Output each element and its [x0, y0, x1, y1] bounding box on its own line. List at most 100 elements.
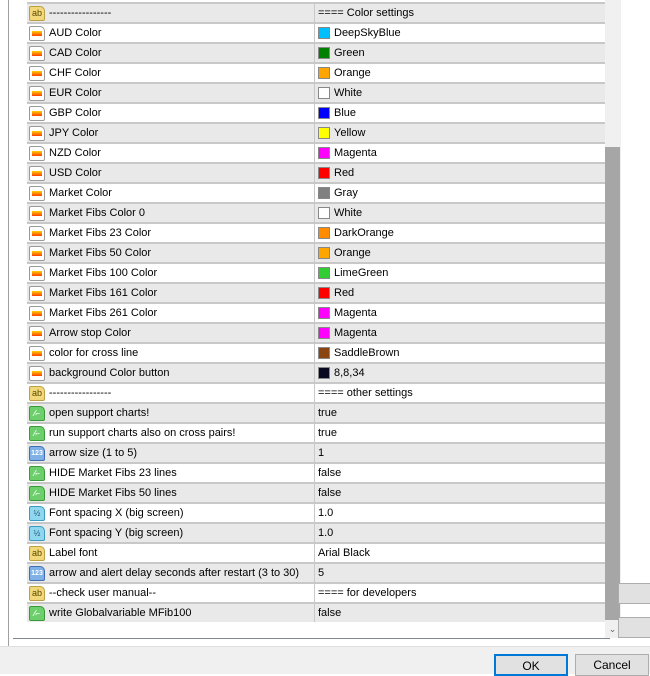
value-cell[interactable]: Orange — [315, 64, 605, 82]
value-cell[interactable]: ==== for developers — [315, 584, 605, 602]
variable-value[interactable]: Orange — [334, 247, 371, 259]
variable-value[interactable]: ==== Color settings — [318, 7, 414, 19]
variable-value[interactable]: 1.0 — [318, 507, 333, 519]
variable-value[interactable]: ==== other settings — [318, 387, 413, 399]
input-row[interactable]: ab ----------------- ==== other settings — [27, 382, 605, 402]
variable-value[interactable]: White — [334, 207, 362, 219]
input-row[interactable]: JPY Color Yellow — [27, 122, 605, 142]
input-row[interactable]: NZD Color Magenta — [27, 142, 605, 162]
variable-value[interactable]: DeepSkyBlue — [334, 27, 401, 39]
variable-value[interactable]: ==== for developers — [318, 587, 416, 599]
variable-value[interactable]: Gray — [334, 187, 358, 199]
input-row[interactable]: background Color button 8,8,34 — [27, 362, 605, 382]
value-cell[interactable]: White — [315, 204, 605, 222]
load-button[interactable] — [618, 583, 650, 604]
variable-value[interactable]: true — [318, 427, 337, 439]
input-row[interactable]: GBP Color Blue — [27, 102, 605, 122]
variable-value[interactable]: Red — [334, 167, 354, 179]
value-cell[interactable]: LimeGreen — [315, 264, 605, 282]
variable-value[interactable]: 1 — [318, 447, 324, 459]
input-row[interactable]: Arrow stop Color Magenta — [27, 322, 605, 342]
value-cell[interactable]: SaddleBrown — [315, 344, 605, 362]
value-cell[interactable]: DarkOrange — [315, 224, 605, 242]
input-row[interactable]: ⁄⌐ write Globalvariable MFib100 false — [27, 602, 605, 622]
input-row[interactable]: 123 arrow and alert delay seconds after r… — [27, 562, 605, 582]
variable-value[interactable]: Orange — [334, 67, 371, 79]
variable-value[interactable]: DarkOrange — [334, 227, 394, 239]
input-row[interactable]: ½ Font spacing X (big screen) 1.0 — [27, 502, 605, 522]
input-row[interactable]: 123 arrow size (1 to 5) 1 — [27, 442, 605, 462]
input-row[interactable]: ab --check user manual-- ==== for develope… — [27, 582, 605, 602]
variable-value[interactable]: false — [318, 607, 341, 619]
value-cell[interactable]: Red — [315, 164, 605, 182]
save-button[interactable] — [618, 617, 650, 638]
input-row[interactable]: ab Label font Arial Black — [27, 542, 605, 562]
variable-value[interactable]: LimeGreen — [334, 267, 388, 279]
variable-value[interactable]: true — [318, 407, 337, 419]
input-row[interactable]: EUR Color White — [27, 82, 605, 102]
variable-value[interactable]: Green — [334, 47, 365, 59]
value-cell[interactable]: Red — [315, 284, 605, 302]
input-row[interactable]: ab ----------------- ==== Color settings — [27, 2, 605, 22]
value-cell[interactable]: 5 — [315, 564, 605, 582]
variable-value[interactable]: false — [318, 467, 341, 479]
value-cell[interactable]: ==== other settings — [315, 384, 605, 402]
variable-value[interactable]: 8,8,34 — [334, 367, 365, 379]
value-cell[interactable]: Magenta — [315, 304, 605, 322]
input-row[interactable]: Market Fibs 261 Color Magenta — [27, 302, 605, 322]
input-row[interactable]: Market Color Gray — [27, 182, 605, 202]
value-cell[interactable]: White — [315, 84, 605, 102]
input-row[interactable]: CHF Color Orange — [27, 62, 605, 82]
value-cell[interactable]: 1.0 — [315, 524, 605, 542]
value-cell[interactable]: false — [315, 604, 605, 622]
input-row[interactable]: ½ Font spacing Y (big screen) 1.0 — [27, 522, 605, 542]
variable-value[interactable]: SaddleBrown — [334, 347, 399, 359]
variable-value[interactable]: Magenta — [334, 327, 377, 339]
input-row[interactable]: ⁄⌐ run support charts also on cross pairs… — [27, 422, 605, 442]
value-cell[interactable]: Magenta — [315, 144, 605, 162]
input-row[interactable]: USD Color Red — [27, 162, 605, 182]
value-cell[interactable]: 1.0 — [315, 504, 605, 522]
value-cell[interactable]: Yellow — [315, 124, 605, 142]
value-cell[interactable]: true — [315, 424, 605, 442]
value-cell[interactable]: false — [315, 464, 605, 482]
variable-value[interactable]: 1.0 — [318, 527, 333, 539]
variable-value[interactable]: Blue — [334, 107, 356, 119]
input-row[interactable]: color for cross line SaddleBrown — [27, 342, 605, 362]
value-cell[interactable]: Arial Black — [315, 544, 605, 562]
value-cell[interactable]: 1 — [315, 444, 605, 462]
value-cell[interactable]: ==== Color settings — [315, 4, 605, 22]
vertical-scrollbar[interactable]: ⌄ — [605, 0, 621, 638]
variable-value[interactable]: Arial Black — [318, 547, 370, 559]
value-cell[interactable]: Magenta — [315, 324, 605, 342]
variable-value[interactable]: White — [334, 87, 362, 99]
value-cell[interactable]: false — [315, 484, 605, 502]
variable-value[interactable]: Magenta — [334, 307, 377, 319]
ok-button[interactable]: OK — [494, 654, 568, 676]
input-row[interactable]: ⁄⌐ open support charts! true — [27, 402, 605, 422]
cancel-button[interactable]: Cancel — [575, 654, 649, 676]
value-cell[interactable]: Gray — [315, 184, 605, 202]
input-row[interactable]: CAD Color Green — [27, 42, 605, 62]
variable-value[interactable]: false — [318, 487, 341, 499]
variable-value[interactable]: Yellow — [334, 127, 365, 139]
input-row[interactable]: Market Fibs 50 Color Orange — [27, 242, 605, 262]
value-cell[interactable]: true — [315, 404, 605, 422]
variable-value[interactable]: Magenta — [334, 147, 377, 159]
value-cell[interactable]: Orange — [315, 244, 605, 262]
input-row[interactable]: Market Fibs 161 Color Red — [27, 282, 605, 302]
color-type-icon — [29, 125, 45, 141]
input-row[interactable]: Market Fibs 100 Color LimeGreen — [27, 262, 605, 282]
variable-value[interactable]: Red — [334, 287, 354, 299]
scrollbar-thumb[interactable] — [605, 147, 620, 620]
input-row[interactable]: Market Fibs Color 0 White — [27, 202, 605, 222]
input-row[interactable]: AUD Color DeepSkyBlue — [27, 22, 605, 42]
value-cell[interactable]: DeepSkyBlue — [315, 24, 605, 42]
variable-value[interactable]: 5 — [318, 567, 324, 579]
value-cell[interactable]: Green — [315, 44, 605, 62]
value-cell[interactable]: Blue — [315, 104, 605, 122]
input-row[interactable]: ⁄⌐ HIDE Market Fibs 50 lines false — [27, 482, 605, 502]
input-row[interactable]: ⁄⌐ HIDE Market Fibs 23 lines false — [27, 462, 605, 482]
input-row[interactable]: Market Fibs 23 Color DarkOrange — [27, 222, 605, 242]
value-cell[interactable]: 8,8,34 — [315, 364, 605, 382]
